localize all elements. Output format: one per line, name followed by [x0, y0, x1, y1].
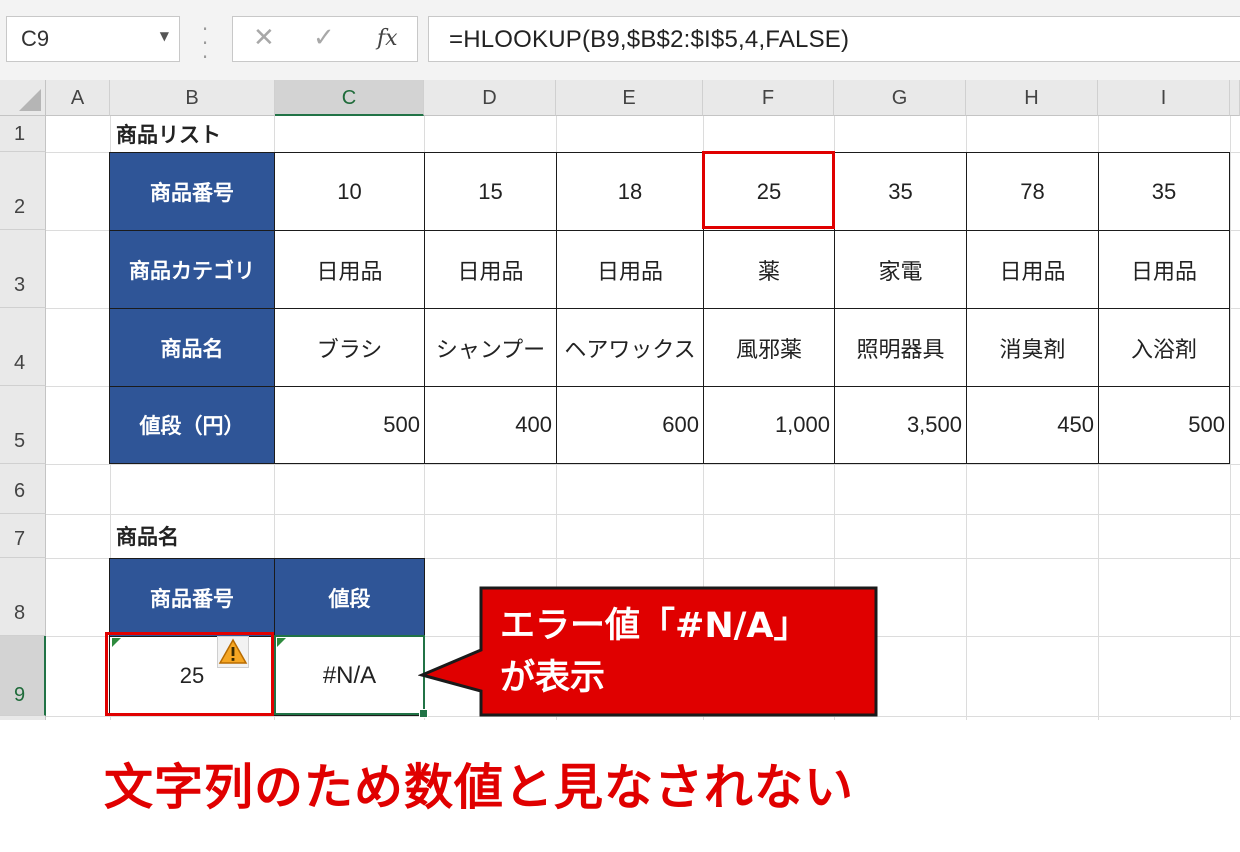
column-header-b[interactable]: B: [110, 80, 275, 116]
formula-buttons: ✕ ✓ fx: [232, 16, 418, 62]
price-cell[interactable]: 1,000: [703, 386, 835, 464]
product-name-cell[interactable]: 消臭剤: [966, 308, 1099, 387]
column-header-i[interactable]: I: [1098, 80, 1230, 116]
column-header-g[interactable]: G: [834, 80, 966, 116]
table2-header-price: 値段: [274, 558, 425, 637]
callout-line-1: エラー値「#N/A」: [500, 606, 809, 646]
product-name-cell[interactable]: シャンプー: [424, 308, 557, 387]
category-cell[interactable]: 薬: [703, 230, 835, 309]
row-header-4[interactable]: 4: [0, 308, 46, 386]
price-cell[interactable]: 600: [556, 386, 704, 464]
product-name-cell[interactable]: 照明器具: [834, 308, 967, 387]
cancel-icon[interactable]: ✕: [253, 23, 275, 53]
callout-text: エラー値「#N/A」 が表示: [482, 590, 874, 714]
product-number-cell[interactable]: 35: [834, 152, 967, 231]
price-cell[interactable]: 500: [1098, 386, 1230, 464]
insert-function-icon[interactable]: fx: [377, 26, 398, 51]
product-number-cell[interactable]: 10: [274, 152, 425, 231]
product-name-cell[interactable]: ヘアワックス: [556, 308, 704, 387]
price-cell[interactable]: 400: [424, 386, 557, 464]
row-header-1[interactable]: 1: [0, 116, 46, 152]
category-cell[interactable]: 日用品: [966, 230, 1099, 309]
more-icon: · · ·: [201, 17, 209, 69]
row-header-product-number: 商品番号: [109, 152, 275, 231]
name-box-value: C9: [21, 26, 50, 51]
category-cell[interactable]: 日用品: [556, 230, 704, 309]
row-header-5[interactable]: 5: [0, 386, 46, 464]
active-cell-outline: [274, 635, 428, 718]
row-header-price: 値段（円）: [109, 386, 275, 464]
table2-header-product-number: 商品番号: [109, 558, 275, 637]
table1-title: 商品リスト: [116, 123, 221, 147]
chevron-down-icon[interactable]: ▼: [160, 29, 169, 43]
category-cell[interactable]: 家電: [834, 230, 967, 309]
select-all-button[interactable]: [0, 80, 46, 116]
price-cell[interactable]: 450: [966, 386, 1099, 464]
column-header-a[interactable]: A: [46, 80, 110, 116]
column-header-d[interactable]: D: [424, 80, 556, 116]
column-header-h[interactable]: H: [966, 80, 1098, 116]
callout-line-2: が表示: [500, 658, 606, 698]
row-header-2[interactable]: 2: [0, 152, 46, 230]
highlight-box-b9: [105, 632, 274, 716]
product-number-cell[interactable]: 15: [424, 152, 557, 231]
product-name-cell[interactable]: ブラシ: [274, 308, 425, 387]
price-cell[interactable]: 500: [274, 386, 425, 464]
column-header-j[interactable]: [1230, 80, 1240, 116]
row-header-8[interactable]: 8: [0, 558, 46, 636]
product-number-cell[interactable]: 78: [966, 152, 1099, 231]
product-name-cell[interactable]: 風邪薬: [703, 308, 835, 387]
column-header-f[interactable]: F: [703, 80, 834, 116]
column-header-c[interactable]: C: [275, 80, 424, 116]
price-cell[interactable]: 3,500: [834, 386, 967, 464]
row-header-6[interactable]: 6: [0, 464, 46, 514]
highlight-box-f2: [702, 151, 835, 229]
enter-icon[interactable]: ✓: [313, 23, 335, 53]
caption: 文字列のため数値と見なされない: [104, 759, 855, 816]
row-header-9[interactable]: 9: [0, 636, 46, 716]
row-header-10[interactable]: [0, 716, 46, 720]
product-number-cell[interactable]: 18: [556, 152, 704, 231]
row-header-7[interactable]: 7: [0, 514, 46, 558]
column-header-e[interactable]: E: [556, 80, 703, 116]
product-name-cell[interactable]: 入浴剤: [1098, 308, 1230, 387]
formula-text: =HLOOKUP(B9,$B$2:$I$5,4,FALSE): [449, 26, 850, 53]
product-number-cell[interactable]: 35: [1098, 152, 1230, 231]
row-header-product-name: 商品名: [109, 308, 275, 387]
formula-bar: C9 ▼ · · · ✕ ✓ fx =HLOOKUP(B9,$B$2:$I$5,4,…: [0, 0, 1240, 80]
category-cell[interactable]: 日用品: [424, 230, 557, 309]
row-header-category: 商品カテゴリ: [109, 230, 275, 309]
row-header-3[interactable]: 3: [0, 230, 46, 308]
category-cell[interactable]: 日用品: [1098, 230, 1230, 309]
formula-input[interactable]: =HLOOKUP(B9,$B$2:$I$5,4,FALSE): [428, 16, 1240, 62]
name-box[interactable]: C9 ▼: [6, 16, 180, 62]
table2-title: 商品名: [116, 525, 179, 549]
category-cell[interactable]: 日用品: [274, 230, 425, 309]
